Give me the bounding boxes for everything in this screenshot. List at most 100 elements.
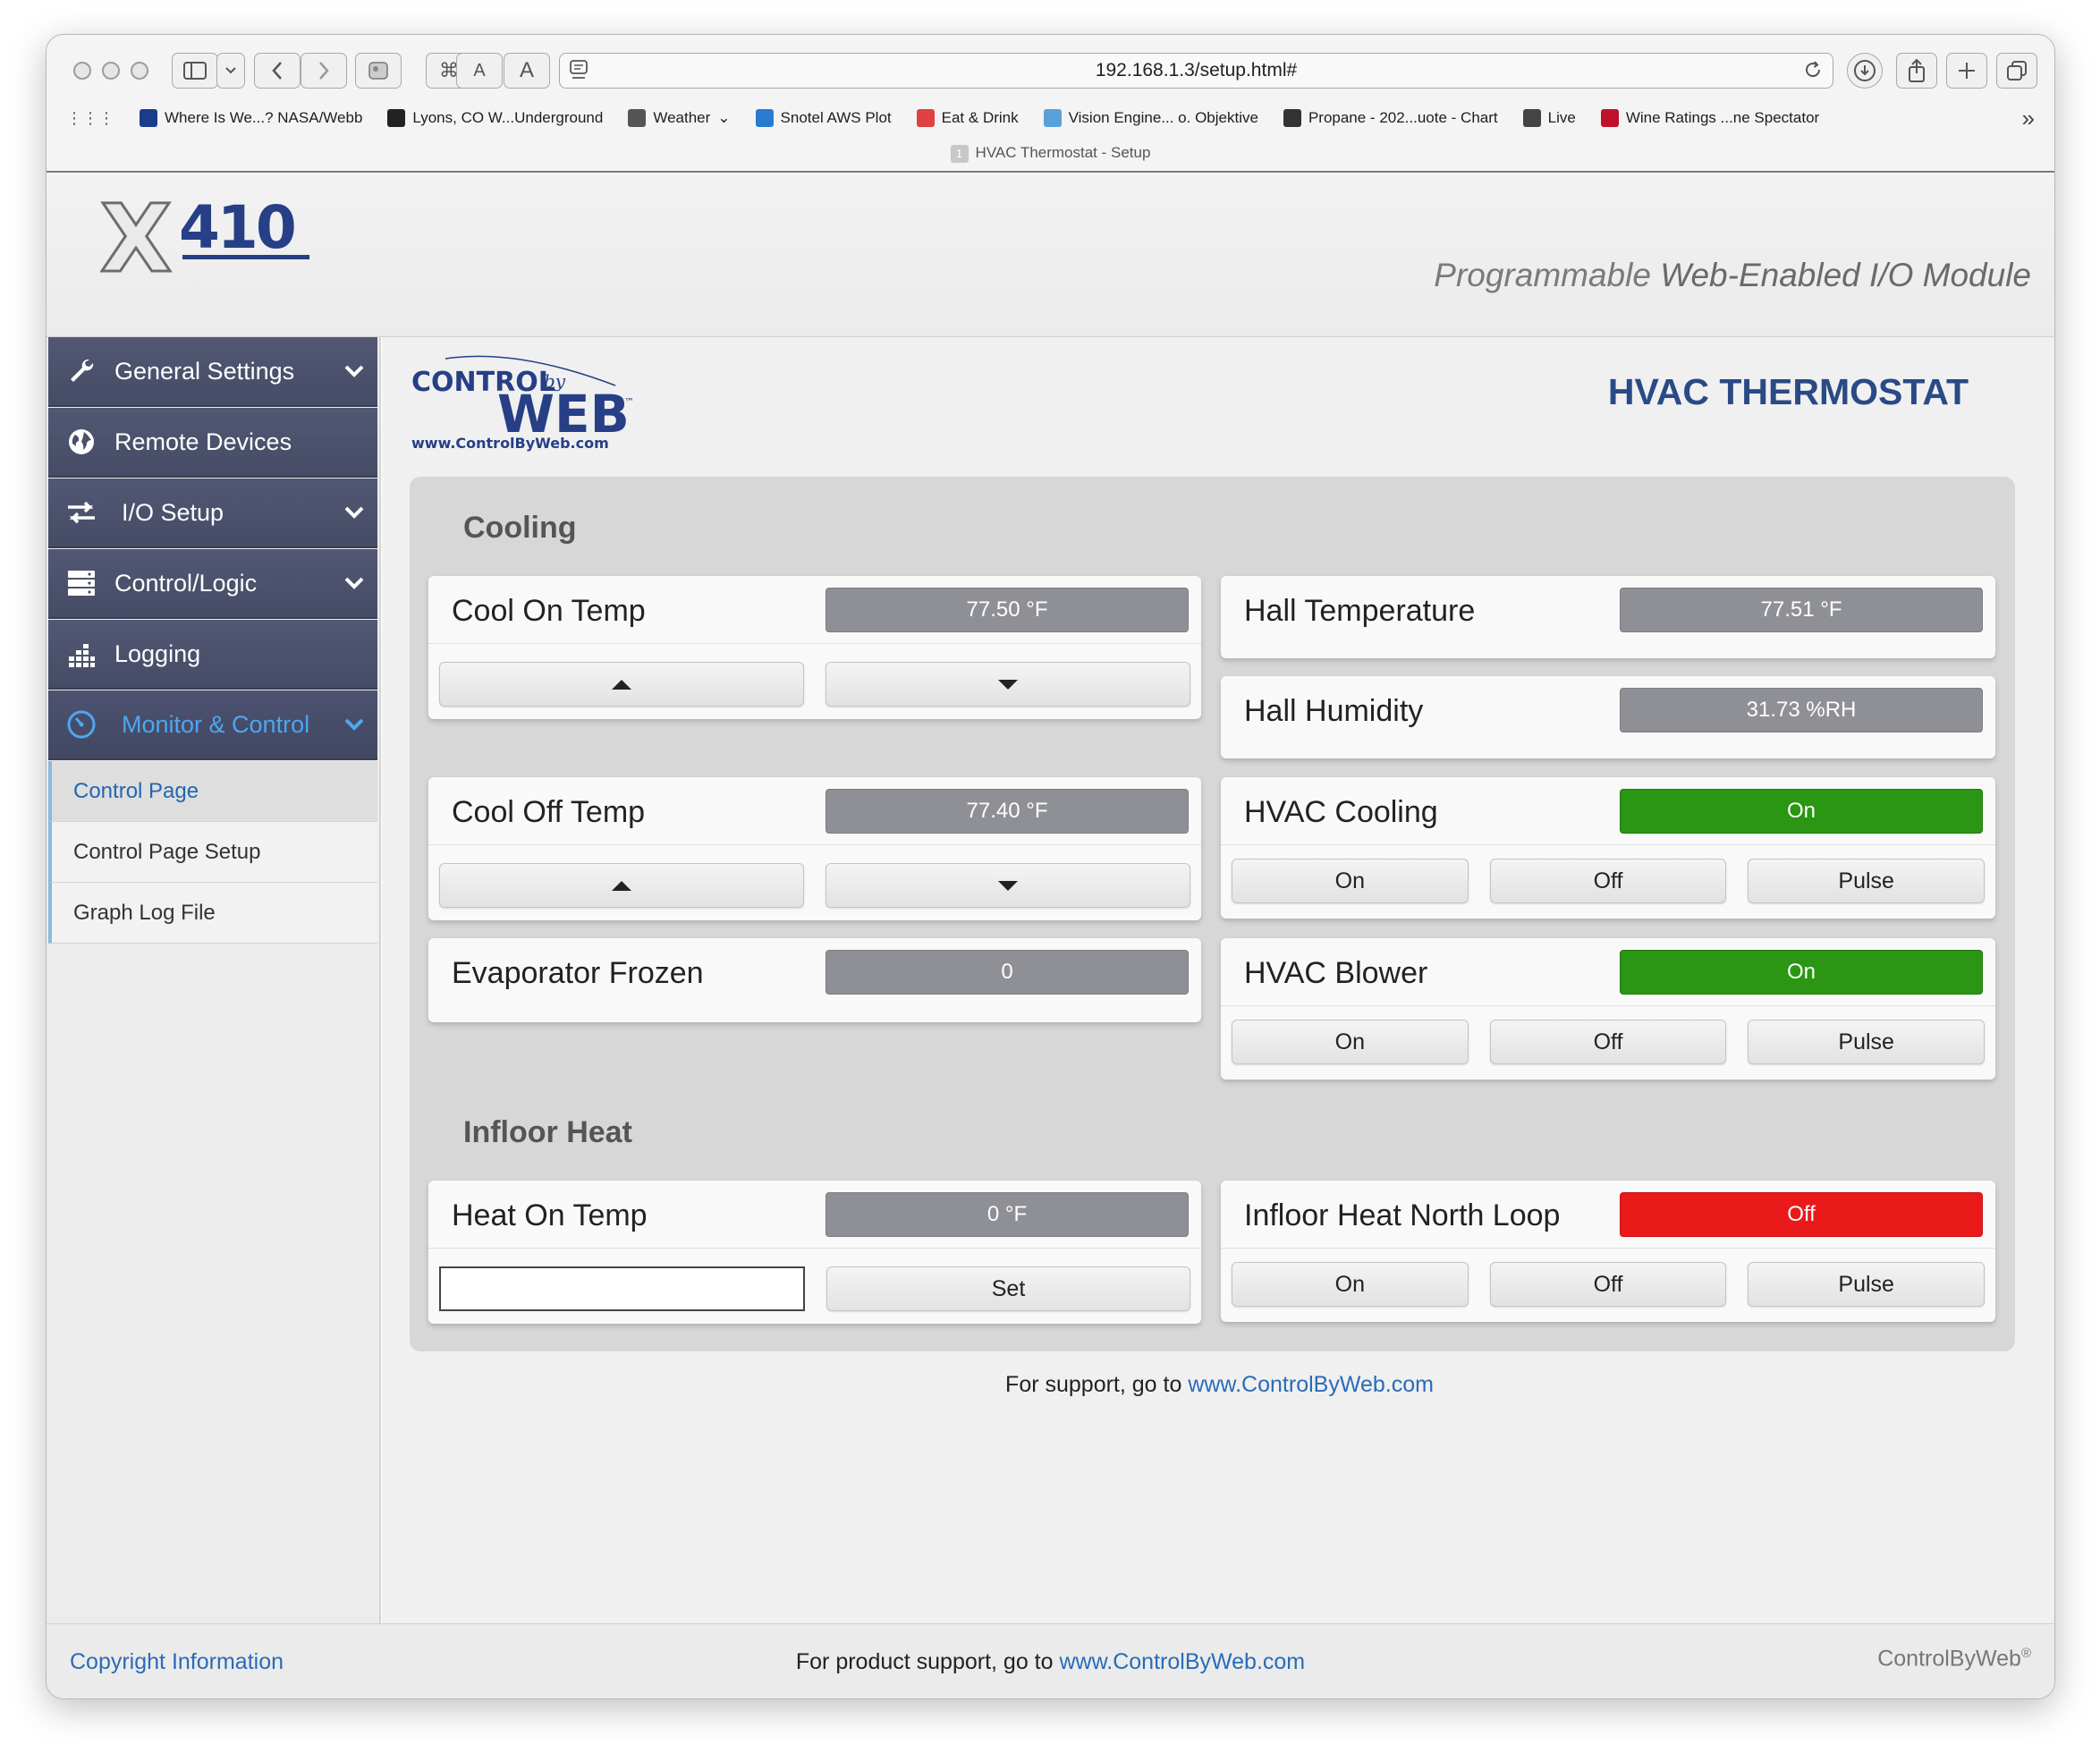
card-label: HVAC Blower — [1244, 956, 1428, 990]
zoom-window-button[interactable] — [131, 62, 148, 80]
tab-overview-grid-button[interactable] — [1996, 53, 2037, 89]
sidebar-toggle-button[interactable] — [172, 53, 218, 89]
text-smaller-button[interactable]: A — [456, 53, 503, 89]
hvac-cooling-off-button[interactable]: Off — [1489, 859, 1727, 903]
tab-title: HVAC Thermostat - Setup — [975, 144, 1151, 161]
bookmarks-grid-icon[interactable]: ⋮⋮⋮ — [66, 109, 114, 128]
cool-on-decrease-button[interactable] — [826, 662, 1190, 707]
bookmark-label: Snotel AWS Plot — [780, 109, 892, 126]
sidebar-icon — [183, 62, 207, 80]
card-header: Cool On Temp 77.50 °F — [428, 576, 1201, 644]
card-controls: On Off Pulse — [1232, 1020, 1986, 1064]
footer-support-link[interactable]: www.ControlByWeb.com — [1060, 1649, 1306, 1674]
triangle-down-icon — [998, 679, 1018, 690]
hvac-cooling-pulse-button[interactable]: Pulse — [1748, 859, 1986, 903]
card-label: HVAC Cooling — [1244, 795, 1438, 829]
bookmark-label: Vision Engine... o. Objektive — [1068, 109, 1258, 126]
heat-on-temp-set-button[interactable]: Set — [826, 1266, 1190, 1311]
sidebar-subitem-control-page[interactable]: Control Page — [48, 761, 377, 822]
card-label: Heat On Temp — [452, 1198, 648, 1232]
tagline-rest: Web-Enabled I/O Module — [1660, 257, 2031, 293]
card-label: Cool Off Temp — [452, 795, 646, 829]
control-panel: Cooling Cool On Temp 77.50 °F Cool Off T… — [410, 477, 2015, 1351]
sidebar-item-logging[interactable]: Logging — [48, 620, 377, 690]
chevron-down-icon — [344, 506, 364, 519]
close-window-button[interactable] — [73, 62, 91, 80]
bookmark-item[interactable]: Live — [1522, 109, 1576, 127]
footer-brand: ControlByWeb® — [1877, 1646, 2031, 1672]
bookmarks-bar: ⋮⋮⋮ Where Is We...? NASA/Webb Lyons, CO W… — [66, 105, 2035, 131]
north-loop-on-button[interactable]: On — [1232, 1262, 1469, 1307]
ws-icon — [1600, 109, 1619, 127]
cool-on-increase-button[interactable] — [439, 662, 804, 707]
hvac-blower-pulse-button[interactable]: Pulse — [1748, 1020, 1986, 1064]
sidebar-item-io-setup[interactable]: I/O Setup — [48, 478, 377, 548]
site-header: X 410 Programmable Web-Enabled I/O Modul… — [47, 174, 2054, 337]
chevron-down-icon: ⌄ — [717, 109, 731, 126]
hvac-cooling-on-button[interactable]: On — [1232, 859, 1469, 903]
back-button[interactable] — [254, 53, 301, 89]
hvac-blower-on-button[interactable]: On — [1232, 1020, 1469, 1064]
chevron-down-icon — [344, 718, 364, 731]
plus-icon — [1959, 63, 1975, 79]
bookmark-item[interactable]: Where Is We...? NASA/Webb — [140, 109, 362, 127]
support-link[interactable]: www.ControlByWeb.com — [1188, 1372, 1434, 1397]
url-text[interactable]: 192.168.1.3/setup.html# — [1096, 60, 1297, 81]
extensions-button[interactable] — [355, 53, 402, 89]
bookmark-item[interactable]: Weather ⌄ — [628, 109, 731, 127]
card-hvac-cooling: HVAC Cooling On On Off Pulse — [1221, 777, 1995, 919]
hvac-blower-off-button[interactable]: Off — [1489, 1020, 1727, 1064]
server-icon — [66, 568, 97, 598]
card-heat-on-temp: Heat On Temp 0 °F Set — [428, 1181, 1201, 1324]
downloads-button[interactable] — [1847, 53, 1883, 89]
bookmarks-list: Where Is We...? NASA/Webb Lyons, CO W...U… — [140, 109, 1844, 127]
hvac-blower-state: On — [1620, 950, 1983, 995]
north-loop-pulse-button[interactable]: Pulse — [1748, 1262, 1986, 1307]
chevron-down-icon — [344, 365, 364, 377]
sidebar-item-general-settings[interactable]: General Settings — [48, 337, 377, 407]
bookmark-item[interactable]: Propane - 202...uote - Chart — [1283, 109, 1498, 127]
chevron-left-icon — [272, 62, 282, 80]
sidebar-item-monitor-control[interactable]: Monitor & Control — [48, 690, 377, 760]
more-bookmarks-icon[interactable]: » — [2022, 105, 2035, 132]
sidebar-subitem-control-page-setup[interactable]: Control Page Setup — [48, 822, 377, 883]
triangle-down-icon — [998, 880, 1018, 891]
cool-off-increase-button[interactable] — [439, 863, 804, 908]
tab-overview-button[interactable] — [216, 53, 245, 89]
reload-icon[interactable] — [1802, 59, 1824, 86]
heat-on-temp-input[interactable] — [439, 1266, 805, 1311]
bookmark-item[interactable]: Snotel AWS Plot — [755, 109, 892, 127]
bookmark-item[interactable]: Eat & Drink — [916, 109, 1019, 127]
card-hall-humidity: Hall Humidity 31.73 %RH — [1221, 676, 1995, 758]
card-header: Cool Off Temp 77.40 °F — [428, 777, 1201, 845]
card-header: HVAC Cooling On — [1221, 777, 1995, 845]
text-smaller-label: A — [473, 60, 486, 80]
minimize-window-button[interactable] — [102, 62, 120, 80]
bookmark-item[interactable]: Vision Engine... o. Objektive — [1043, 109, 1258, 127]
forward-button[interactable] — [301, 53, 347, 89]
water-drop-icon — [755, 109, 774, 127]
north-loop-state: Off — [1620, 1192, 1983, 1237]
cool-off-decrease-button[interactable] — [826, 863, 1190, 908]
card-controls: On Off Pulse — [1232, 1262, 1986, 1307]
sidebar-item-remote-devices[interactable]: Remote Devices — [48, 408, 377, 478]
bookmark-item[interactable]: Wine Ratings ...ne Spectator — [1600, 109, 1819, 127]
x410-logo-digits: 410 — [179, 193, 294, 262]
north-loop-off-button[interactable]: Off — [1489, 1262, 1727, 1307]
bookmark-item[interactable]: Lyons, CO W...Underground — [387, 109, 603, 127]
tab-title-bar[interactable]: 1 HVAC Thermostat - Setup — [47, 144, 2054, 163]
hall-temperature-value: 77.51 °F — [1620, 588, 1983, 632]
card-label: Evaporator Frozen — [452, 956, 704, 990]
text-larger-button[interactable]: A — [504, 53, 550, 89]
card-controls: On Off Pulse — [1232, 859, 1986, 903]
page-menu-icon[interactable] — [569, 59, 589, 86]
triangle-up-icon — [612, 880, 631, 891]
sidebar-item-control-logic[interactable]: Control/Logic — [48, 549, 377, 619]
share-button[interactable] — [1896, 53, 1937, 89]
address-bar[interactable]: 192.168.1.3/setup.html# — [559, 53, 1833, 89]
support-line: For support, go to www.ControlByWeb.com — [383, 1372, 2054, 1398]
sidebar-subitem-graph-log-file[interactable]: Graph Log File — [48, 883, 377, 944]
new-tab-button[interactable] — [1946, 53, 1987, 89]
footer-support: For product support, go to www.ControlBy… — [47, 1649, 2054, 1675]
gauge-icon — [66, 709, 97, 740]
